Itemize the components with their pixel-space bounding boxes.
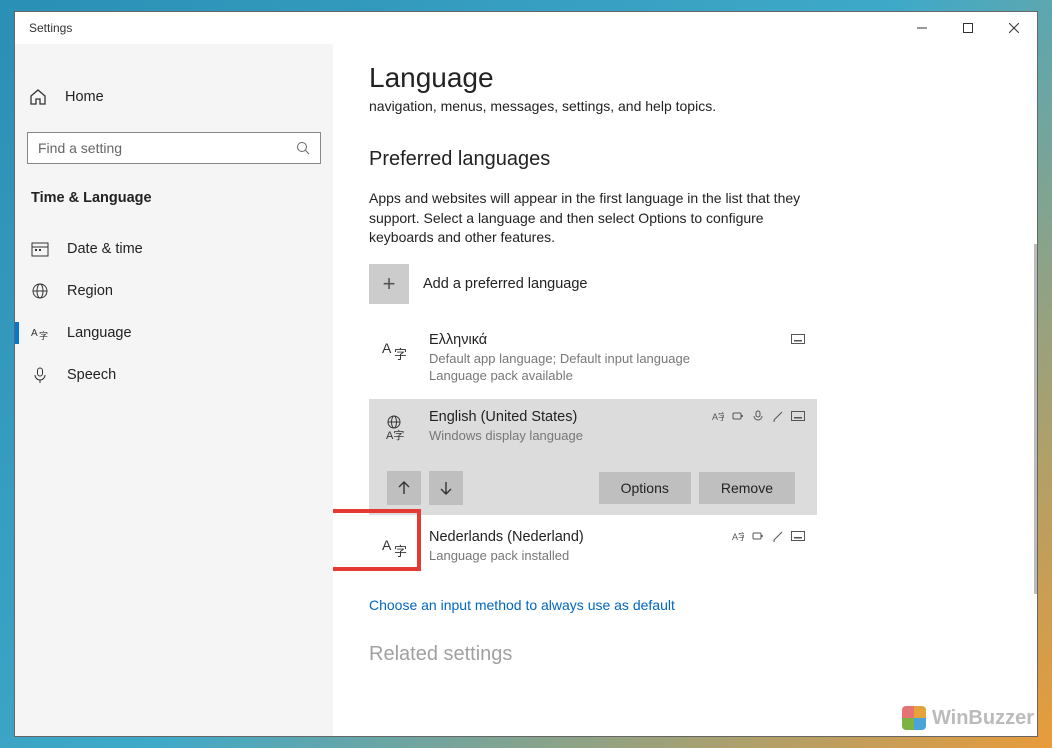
language-pack-icon: A字 [731,529,745,543]
tts-icon [731,409,745,423]
sidebar-item-language[interactable]: A字 Language [15,312,333,354]
page-title: Language [369,62,997,94]
language-subtitle: Windows display language [429,427,803,445]
scrollbar[interactable] [1034,244,1037,594]
plus-icon: + [369,264,409,304]
feature-icons: A字 [711,409,805,423]
sidebar-item-date-time[interactable]: Date & time [15,228,333,270]
sidebar-item-region[interactable]: Region [15,270,333,312]
section-title: Preferred languages [369,148,997,171]
sidebar-item-label: Date & time [67,241,143,257]
home-label: Home [65,89,104,105]
sidebar-item-label: Language [67,325,132,341]
search-placeholder: Find a setting [38,140,296,156]
titlebar: Settings [15,12,1037,44]
add-language-label: Add a preferred language [423,276,587,292]
sidebar-item-speech[interactable]: Speech [15,354,333,396]
sidebar-item-label: Region [67,283,113,299]
arrow-up-icon [396,480,412,496]
sidebar-item-label: Speech [67,367,116,383]
maximize-icon [963,23,973,33]
choose-input-link[interactable]: Choose an input method to always use as … [369,597,675,613]
section-description: Apps and websites will appear in the fir… [369,189,809,248]
language-name: Ελληνικά [429,332,803,348]
watermark-logo-icon [902,706,926,730]
calendar-icon [31,240,49,258]
category-title: Time & Language [15,190,333,206]
svg-text:A: A [31,328,38,339]
close-button[interactable] [991,12,1037,44]
svg-text:字: 字 [394,544,407,559]
close-icon [1009,23,1019,33]
window-controls [899,12,1037,44]
truncated-description: navigation, menus, messages, settings, a… [369,98,997,114]
language-subtitle: Language pack installed [429,547,803,565]
speech-icon [751,409,765,423]
language-globe-icon: A字 [379,409,415,445]
move-down-button[interactable] [429,471,463,505]
globe-icon [31,282,49,300]
language-item-english[interactable]: A字 English (United States) Windows displ… [369,399,817,515]
language-icon: A字 [31,324,49,342]
svg-text:A字: A字 [732,531,744,542]
arrow-down-icon [438,480,454,496]
keyboard-icon [791,409,805,423]
language-item-dutch[interactable]: A字 Nederlands (Nederland) Language pack … [369,519,817,575]
feature-icons: A字 [731,529,805,543]
options-button[interactable]: Options [599,472,691,504]
window-title: Settings [29,21,72,35]
svg-text:A字: A字 [712,411,724,422]
language-glyph-icon: A字 [379,529,415,565]
svg-text:A字: A字 [386,428,404,442]
minimize-button[interactable] [899,12,945,44]
sidebar: Home Find a setting Time & Language Date… [15,44,333,736]
remove-button[interactable]: Remove [699,472,795,504]
svg-text:A: A [382,340,392,356]
handwriting-icon [771,409,785,423]
tts-icon [751,529,765,543]
watermark: WinBuzzer [902,706,1034,730]
svg-text:字: 字 [394,347,407,362]
svg-text:A: A [382,537,392,553]
settings-window: Settings Home Find a setting [14,11,1038,737]
home-icon [29,88,47,106]
feature-icons [791,332,805,346]
language-subtitle2: Language pack available [429,367,803,385]
related-settings-heading: Related settings [369,643,997,666]
search-icon [296,141,310,155]
language-glyph-icon: A字 [379,332,415,368]
keyboard-icon [791,529,805,543]
watermark-text: WinBuzzer [932,707,1034,730]
add-language-button[interactable]: + Add a preferred language [369,264,997,304]
language-pack-icon: A字 [711,409,725,423]
main-content: Language navigation, menus, messages, se… [333,44,1037,736]
language-subtitle: Default app language; Default input lang… [429,350,803,368]
keyboard-icon [791,332,805,346]
language-item-greek[interactable]: A字 Ελληνικά Default app language; Defaul… [369,322,817,395]
microphone-icon [31,366,49,384]
move-up-button[interactable] [387,471,421,505]
handwriting-icon [771,529,785,543]
minimize-icon [917,23,927,33]
home-button[interactable]: Home [15,80,333,114]
maximize-button[interactable] [945,12,991,44]
svg-text:字: 字 [39,330,48,341]
search-input[interactable]: Find a setting [27,132,321,164]
